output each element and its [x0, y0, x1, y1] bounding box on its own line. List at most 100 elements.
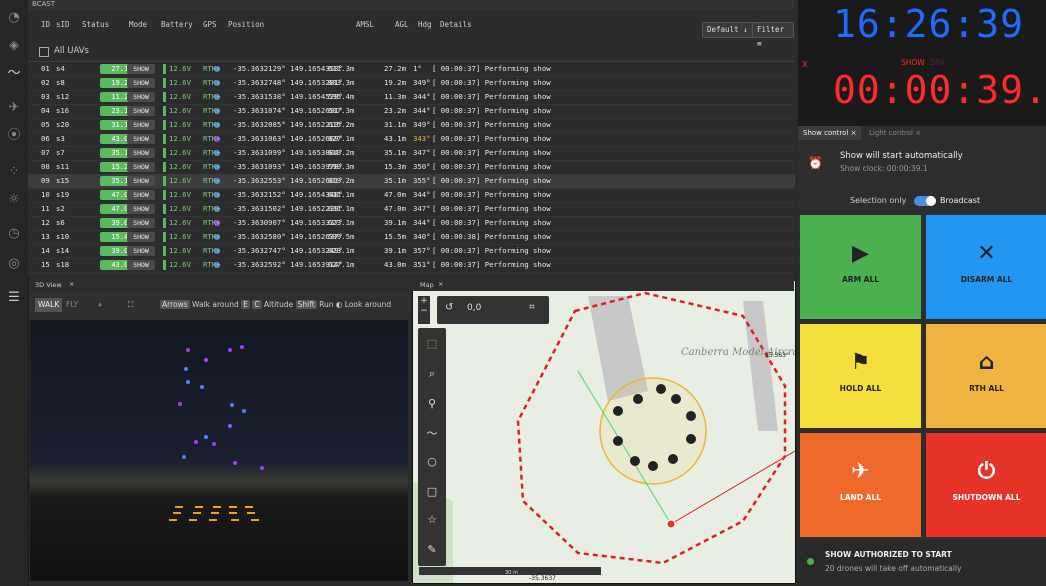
arm-all-button[interactable]: ▶ ARM ALL — [800, 215, 921, 319]
uav-agl: 47.0m — [384, 190, 406, 199]
rth-all-button[interactable]: ⌂ RTH ALL — [926, 324, 1046, 428]
disarm-all-button[interactable]: ✕ DISARM ALL — [926, 215, 1046, 319]
path-icon[interactable]: 〜 — [424, 426, 440, 442]
square-icon[interactable]: □ — [424, 484, 440, 500]
table-row[interactable]: 05 s20 -35.3632085° 149.1652210° 615.2m 31.1… — [28, 118, 795, 133]
map-view[interactable]: Canberra Model Aircraft Club CMAC 35.363… — [412, 280, 796, 584]
col-battery[interactable]: Battery — [161, 20, 193, 29]
table-row[interactable]: 12 s6 -35.3630907° 149.1653337° 623.1m 39.1m… — [28, 216, 795, 231]
table-row[interactable]: 10 s19 -35.3632152° 149.1654348° 631.1m 47.0… — [28, 188, 795, 203]
key-e: E — [241, 300, 250, 309]
plane-icon[interactable]: ✈ — [6, 100, 22, 116]
table-row[interactable]: 09 s15 -35.3632553° 149.1652601° 619.2m 35.1… — [28, 174, 795, 189]
col-id[interactable]: ID — [41, 20, 50, 29]
list-icon[interactable]: ☰ — [6, 290, 22, 306]
rotate-icon[interactable]: ↺ — [445, 302, 453, 313]
zoom-icon[interactable]: ⌕ — [424, 366, 440, 382]
uav-amsl: 607.3m — [328, 106, 355, 115]
layers-icon[interactable]: ◈ — [6, 38, 22, 54]
star-icon[interactable]: ☆ — [424, 512, 440, 528]
uav-details: [ 00:00:37] Performing show — [432, 106, 551, 115]
pen-icon[interactable]: ✎ — [424, 542, 440, 558]
grid-icon[interactable]: ⁘ — [6, 164, 22, 180]
land-all-button[interactable]: ✈ LAND ALL — [800, 433, 921, 537]
uav-id: 12 — [41, 218, 50, 227]
table-row[interactable]: 13 s10 -35.3632580° 149.1652637° 599.5m 15.5… — [28, 230, 795, 245]
tab-map[interactable]: Map — [420, 281, 434, 289]
fly-button[interactable]: FLY — [63, 298, 81, 312]
table-row[interactable]: 01 s4 -35.3632129° 149.1654358° 611.3m 27.2m… — [28, 62, 795, 77]
col-mode[interactable]: Mode — [129, 20, 147, 29]
table-row[interactable]: 15 s18 -35.3632592° 149.1653914° 627.1m 43.0… — [28, 258, 795, 273]
close-icon[interactable]: × — [438, 280, 443, 288]
target-icon[interactable]: ◎ — [6, 256, 22, 272]
rotation-input[interactable]: 0,0 — [467, 303, 481, 313]
table-row[interactable]: 11 s2 -35.3631502° 149.1652239° 631.1m 47.0m… — [28, 202, 795, 217]
col-amsl[interactable]: AMSL — [356, 20, 374, 29]
uav-battery: 12.6V — [169, 260, 191, 269]
tab-light-control[interactable]: Light control × — [864, 126, 926, 140]
fit-icon[interactable]: ⛶ — [125, 298, 136, 312]
uav-battery: 12.6V — [169, 64, 191, 73]
col-agl[interactable]: AGL — [395, 20, 409, 29]
select-icon[interactable]: ⬚ — [424, 336, 440, 352]
col-status[interactable]: Status — [82, 20, 109, 29]
zoom-control[interactable]: + − — [418, 296, 430, 324]
broadcast-toggle[interactable] — [914, 196, 936, 206]
uav-position: -35.3632152° 149.1654348° — [233, 190, 343, 199]
uav-agl: 39.1m — [384, 218, 406, 227]
tab-show-control[interactable]: Show control × — [798, 126, 862, 140]
col-position[interactable]: Position — [228, 20, 264, 29]
all-uavs-row[interactable]: All UAVs — [28, 43, 795, 62]
filter-button[interactable]: Filter ≡ — [752, 22, 794, 48]
fit-icon[interactable]: ⌗ — [529, 302, 535, 313]
table-row[interactable]: 14 s14 -35.3632747° 149.1653249° 623.1m 39.1… — [28, 244, 795, 259]
walk-button[interactable]: WALK — [35, 298, 63, 312]
uav-gps: RTK+ — [203, 190, 221, 199]
all-uavs-label: All UAVs — [54, 46, 89, 56]
app-title: BCAST — [32, 0, 56, 8]
antenna-icon[interactable]: ⦿ — [6, 128, 22, 144]
shutdown-all-button[interactable]: ⏻ SHUTDOWN ALL — [926, 433, 1046, 537]
hold-all-button[interactable]: ⚑ HOLD ALL — [800, 324, 921, 428]
zoom-icon[interactable]: ⌕ — [95, 298, 105, 312]
uav-battery: 12.6V — [169, 246, 191, 255]
battery-bar — [163, 176, 166, 186]
col-hdg[interactable]: Hdg — [418, 20, 432, 29]
alarm-icon: ⏰ — [808, 156, 823, 170]
uav-hdg: 344° — [413, 218, 431, 227]
mode-badge: SHOW — [127, 134, 155, 144]
table-row[interactable]: 04 s16 -35.3631074° 149.1652651° 607.3m 23.2… — [28, 104, 795, 119]
table-row[interactable]: 06 s3 -35.3631063° 149.1652669° 627.1m 43.1m… — [28, 132, 795, 147]
sun-icon[interactable]: ☼ — [6, 192, 22, 208]
col-sid[interactable]: sID — [56, 20, 70, 29]
coord-bottom: -35.3637 — [529, 575, 556, 582]
uav-hdg: 350° — [413, 162, 431, 171]
map-svg: Canberra Model Aircraft Club CMAC 35.363… — [413, 291, 795, 583]
uav-gps: RTK+ — [203, 120, 221, 129]
status-dot — [807, 558, 814, 565]
sort-dropdown[interactable]: Default ↓ — [702, 22, 754, 38]
hint-walk-around: Walk around — [192, 300, 239, 309]
close-icon[interactable]: × — [69, 280, 74, 288]
circle-icon[interactable]: ○ — [424, 454, 440, 470]
clock-icon[interactable]: ◷ — [6, 226, 22, 242]
uav-position: -35.3631099° 149.1653804° — [233, 148, 343, 157]
table-row[interactable]: 07 s7 -35.3631099° 149.1653804° 619.2m 35.1m… — [28, 146, 795, 161]
control-tabbar: Show control × Light control × — [798, 126, 1046, 140]
hint-look-around: Look around — [344, 300, 392, 309]
view3d-scene[interactable] — [30, 320, 408, 581]
all-uavs-checkbox[interactable] — [39, 47, 49, 57]
chart-icon[interactable]: 〜 — [6, 66, 22, 82]
table-row[interactable]: 03 s12 -35.3631538° 149.1654529° 595.4m 11.3… — [28, 90, 795, 105]
col-details[interactable]: Details — [440, 20, 472, 29]
uav-amsl: 619.2m — [328, 148, 355, 157]
uav-hdg: 343° — [413, 134, 431, 143]
table-row[interactable]: 02 s8 -35.3632748° 149.1653281° 603.3m 19.2m… — [28, 76, 795, 91]
table-row[interactable]: 08 s11 -35.3631093° 149.1653978° 599.3m 15.3… — [28, 160, 795, 175]
tab-3d-view[interactable]: 3D View — [35, 281, 62, 289]
speedometer-icon[interactable]: ◔ — [6, 10, 22, 26]
col-gps[interactable]: GPS — [203, 20, 217, 29]
pin-icon[interactable]: ⚲ — [424, 396, 440, 412]
uav-battery: 12.6V — [169, 204, 191, 213]
